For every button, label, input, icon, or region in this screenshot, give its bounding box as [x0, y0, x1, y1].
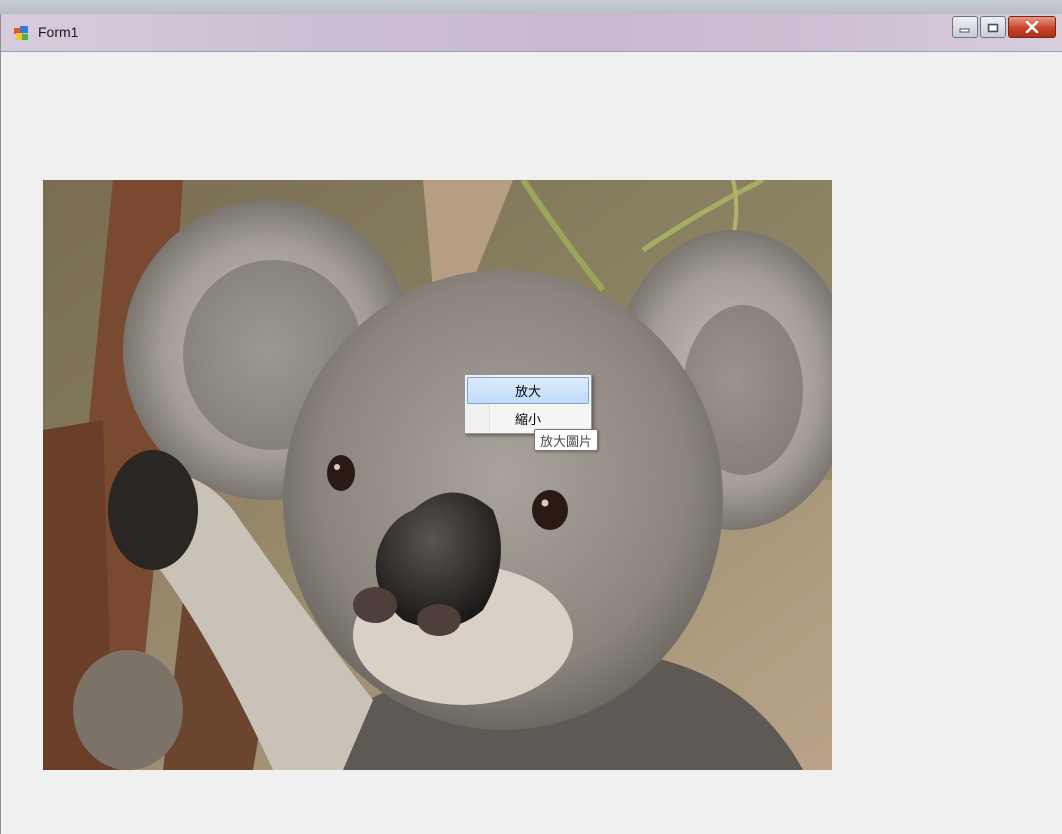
window-title: Form1: [38, 24, 79, 40]
menu-item-label: 縮小: [514, 413, 541, 428]
tooltip-text: 放大圖片: [540, 434, 593, 450]
menu-item-zoom-out[interactable]: 縮小: [467, 405, 589, 432]
menu-item-label: 放大: [514, 385, 541, 400]
close-button[interactable]: [1008, 16, 1056, 38]
tooltip: 放大圖片: [534, 429, 599, 451]
maximize-button[interactable]: [980, 16, 1006, 38]
maximize-icon: [987, 18, 999, 37]
form-app-icon: [13, 25, 29, 41]
context-menu: 放大 縮小: [464, 374, 592, 434]
menu-item-zoom-in[interactable]: 放大: [467, 377, 589, 404]
title-bar[interactable]: Form1: [1, 14, 1062, 52]
koala-photo: [43, 180, 832, 770]
close-icon: [1025, 18, 1039, 37]
minimize-icon: [959, 18, 971, 37]
minimize-button[interactable]: [952, 16, 978, 38]
picture-box[interactable]: [43, 180, 832, 770]
caption-buttons: [952, 16, 1062, 40]
